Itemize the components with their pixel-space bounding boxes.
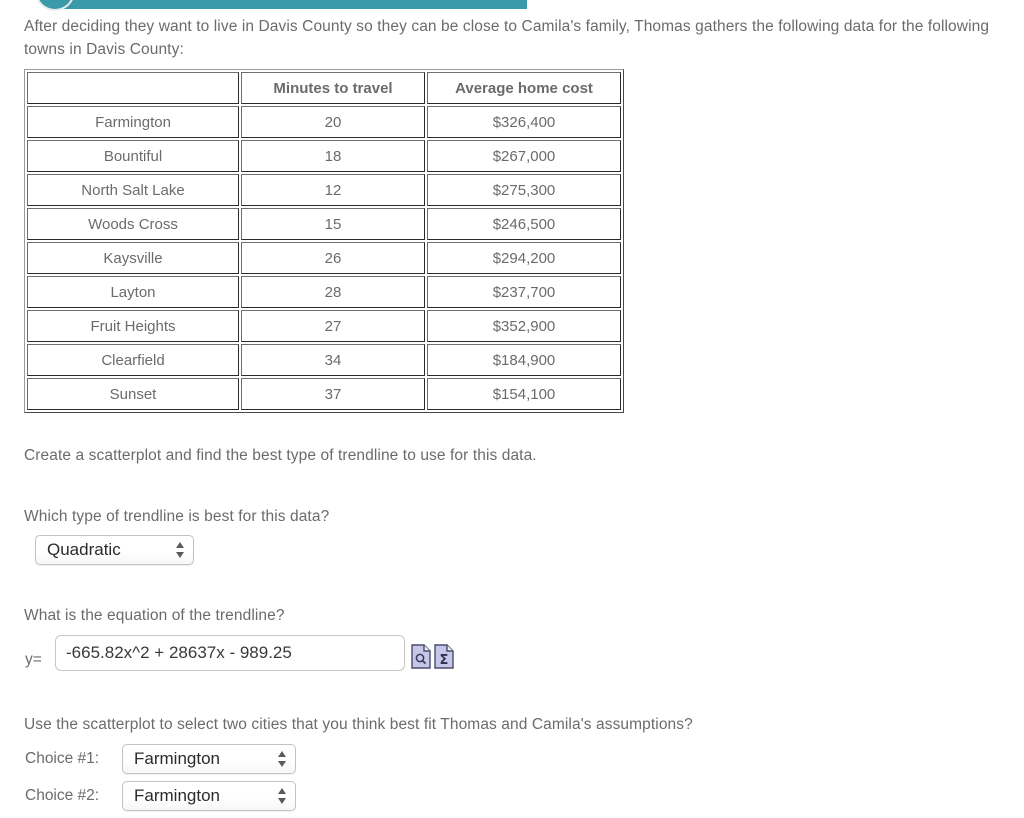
cell-minutes: 37 bbox=[241, 378, 425, 410]
choice-1-select[interactable]: Farmington bbox=[122, 744, 296, 774]
table-row: Layton 28 $237,700 bbox=[27, 276, 621, 308]
table-row: North Salt Lake 12 $275,300 bbox=[27, 174, 621, 206]
chevron-up-icon bbox=[278, 751, 286, 757]
trendline-type-selected-value: Quadratic bbox=[47, 540, 121, 559]
cell-town: North Salt Lake bbox=[27, 174, 239, 206]
chevron-down-icon bbox=[278, 761, 286, 767]
table-row: Kaysville 26 $294,200 bbox=[27, 242, 621, 274]
table-row: Fruit Heights 27 $352,900 bbox=[27, 310, 621, 342]
scatterplot-instruction: Create a scatterplot and find the best t… bbox=[24, 447, 537, 464]
choice-2-label: Choice #2: bbox=[25, 787, 100, 804]
data-table-container: Minutes to travel Average home cost Farm… bbox=[24, 69, 624, 413]
table-row: Farmington 20 $326,400 bbox=[27, 106, 621, 138]
cell-cost: $326,400 bbox=[427, 106, 621, 138]
cell-cost: $184,900 bbox=[427, 344, 621, 376]
cell-town: Layton bbox=[27, 276, 239, 308]
cell-cost: $275,300 bbox=[427, 174, 621, 206]
cell-town: Farmington bbox=[27, 106, 239, 138]
svg-text:Σ: Σ bbox=[440, 653, 449, 668]
trendline-type-question: Which type of trendline is best for this… bbox=[24, 508, 330, 525]
table-row: Sunset 37 $154,100 bbox=[27, 378, 621, 410]
table-row: Clearfield 34 $184,900 bbox=[27, 344, 621, 376]
choice-2-select[interactable]: Farmington bbox=[122, 781, 296, 811]
cell-cost: $294,200 bbox=[427, 242, 621, 274]
stepper-arrows-icon[interactable] bbox=[278, 750, 287, 768]
cell-town: Fruit Heights bbox=[27, 310, 239, 342]
equation-question: What is the equation of the trendline? bbox=[24, 607, 285, 624]
cell-cost: $352,900 bbox=[427, 310, 621, 342]
document-sigma-icon[interactable]: Σ bbox=[434, 644, 454, 669]
equation-y-label: y= bbox=[25, 651, 42, 668]
table-header-town bbox=[27, 72, 239, 104]
stepper-arrows-icon[interactable] bbox=[278, 787, 287, 805]
cell-town: Woods Cross bbox=[27, 208, 239, 240]
equation-input[interactable] bbox=[55, 635, 405, 671]
cell-cost: $246,500 bbox=[427, 208, 621, 240]
cell-town: Kaysville bbox=[27, 242, 239, 274]
chevron-up-icon bbox=[176, 542, 184, 548]
choice-2-selected-value: Farmington bbox=[134, 786, 220, 805]
table-row: Bountiful 18 $267,000 bbox=[27, 140, 621, 172]
towns-data-table: Minutes to travel Average home cost Farm… bbox=[24, 69, 624, 413]
cell-minutes: 20 bbox=[241, 106, 425, 138]
document-magnifier-icon[interactable] bbox=[411, 644, 431, 669]
table-header-cost: Average home cost bbox=[427, 72, 621, 104]
cell-minutes: 28 bbox=[241, 276, 425, 308]
chevron-up-icon bbox=[278, 788, 286, 794]
cell-cost: $154,100 bbox=[427, 378, 621, 410]
trendline-type-select[interactable]: Quadratic bbox=[35, 535, 194, 565]
stepper-arrows-icon[interactable] bbox=[176, 541, 185, 559]
table-header-row: Minutes to travel Average home cost bbox=[27, 72, 621, 104]
cell-cost: $267,000 bbox=[427, 140, 621, 172]
cell-minutes: 27 bbox=[241, 310, 425, 342]
cell-cost: $237,700 bbox=[427, 276, 621, 308]
table-header-minutes: Minutes to travel bbox=[241, 72, 425, 104]
cell-town: Clearfield bbox=[27, 344, 239, 376]
cell-minutes: 34 bbox=[241, 344, 425, 376]
cell-town: Bountiful bbox=[27, 140, 239, 172]
progress-banner bbox=[0, 0, 1024, 10]
chevron-down-icon bbox=[176, 552, 184, 558]
cell-minutes: 15 bbox=[241, 208, 425, 240]
equation-tool-icons: Σ bbox=[411, 644, 454, 669]
cell-minutes: 12 bbox=[241, 174, 425, 206]
choice-1-label: Choice #1: bbox=[25, 750, 100, 767]
choice-1-selected-value: Farmington bbox=[134, 749, 220, 768]
cell-minutes: 18 bbox=[241, 140, 425, 172]
cell-minutes: 26 bbox=[241, 242, 425, 274]
chevron-down-icon bbox=[278, 798, 286, 804]
cities-question: Use the scatterplot to select two cities… bbox=[24, 716, 693, 733]
intro-paragraph: After deciding they want to live in Davi… bbox=[24, 18, 990, 58]
cell-town: Sunset bbox=[27, 378, 239, 410]
table-row: Woods Cross 15 $246,500 bbox=[27, 208, 621, 240]
progress-bar bbox=[55, 0, 527, 9]
